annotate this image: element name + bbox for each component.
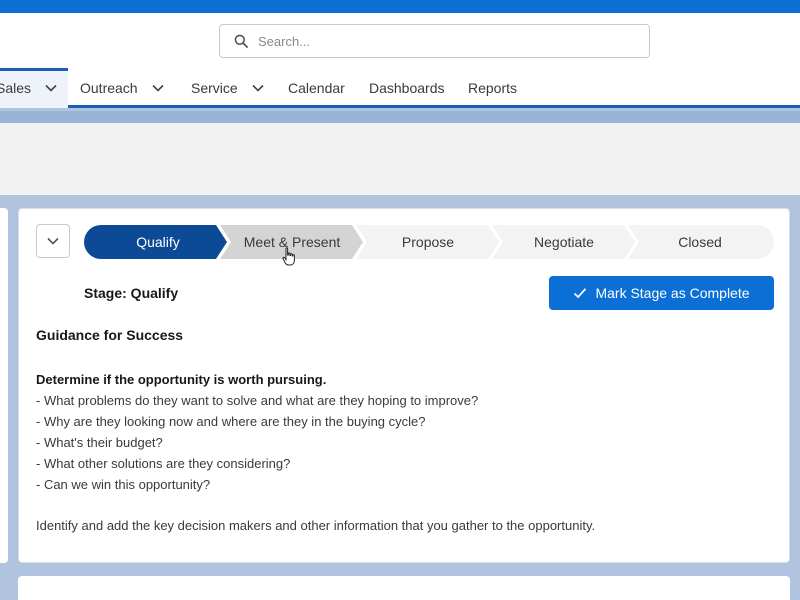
guidance-lead: Determine if the opportunity is worth pu… — [36, 372, 327, 387]
current-stage-label: Stage: Qualify — [84, 285, 179, 301]
nav-item-label: Dashboards — [369, 80, 445, 96]
guidance-question: - Can we win this opportunity? — [36, 477, 211, 492]
path-stage-qualify[interactable]: Qualify — [94, 225, 222, 259]
path-card: Qualify Meet & Present Propose Negotiate… — [18, 208, 790, 563]
check-icon — [574, 288, 587, 299]
nav-item-label: Calendar — [288, 80, 345, 96]
path-stage-propose[interactable]: Propose — [362, 225, 494, 259]
chevron-down-icon[interactable] — [252, 84, 264, 92]
search-icon — [234, 34, 248, 48]
path-stage-negotiate[interactable]: Negotiate — [498, 225, 630, 259]
guidance-question: - What problems do they want to solve an… — [36, 393, 479, 408]
nav-item-label: Sales — [0, 80, 32, 96]
nav-item-label: Service — [191, 80, 238, 96]
nav-item-label: Reports — [468, 80, 518, 96]
chevron-down-icon — [47, 237, 59, 245]
guidance-question: - What other solutions are they consider… — [36, 456, 291, 471]
mark-stage-complete-label: Mark Stage as Complete — [595, 285, 750, 301]
app-navigation-bar: Sales Outreach Service Calendar Dashboar… — [0, 68, 800, 108]
guidance-question: - Why are they looking now and where are… — [36, 414, 426, 429]
sales-path: Qualify Meet & Present Propose Negotiate… — [84, 225, 774, 259]
nav-item-label: Outreach — [80, 80, 138, 96]
nav-item-sales[interactable]: Sales — [0, 68, 68, 108]
path-collapse-button[interactable] — [36, 224, 70, 258]
global-search[interactable] — [219, 24, 650, 58]
path-stage-closed[interactable]: Closed — [634, 225, 766, 259]
global-header — [0, 13, 800, 68]
nav-item-outreach[interactable]: Outreach — [80, 68, 164, 108]
guidance-body: Determine if the opportunity is worth pu… — [36, 369, 756, 536]
chevron-down-icon[interactable] — [152, 84, 164, 92]
search-input[interactable] — [258, 33, 618, 49]
guidance-closing: Identify and add the key decision makers… — [36, 518, 596, 533]
next-card — [18, 576, 790, 600]
nav-item-service[interactable]: Service — [191, 68, 264, 108]
nav-item-calendar[interactable]: Calendar — [288, 68, 345, 108]
left-side-panel — [0, 208, 8, 563]
nav-shadow-band — [0, 111, 800, 123]
guidance-question: - What's their budget? — [36, 435, 163, 450]
nav-item-reports[interactable]: Reports — [468, 68, 517, 108]
chevron-down-icon[interactable] — [45, 84, 57, 92]
mark-stage-complete-button[interactable]: Mark Stage as Complete — [549, 276, 774, 310]
top-brand-strip — [0, 0, 800, 13]
guidance-title: Guidance for Success — [36, 327, 184, 343]
hand-cursor-icon — [282, 247, 295, 266]
nav-item-dashboards[interactable]: Dashboards — [369, 68, 445, 108]
highlights-panel — [0, 123, 800, 195]
